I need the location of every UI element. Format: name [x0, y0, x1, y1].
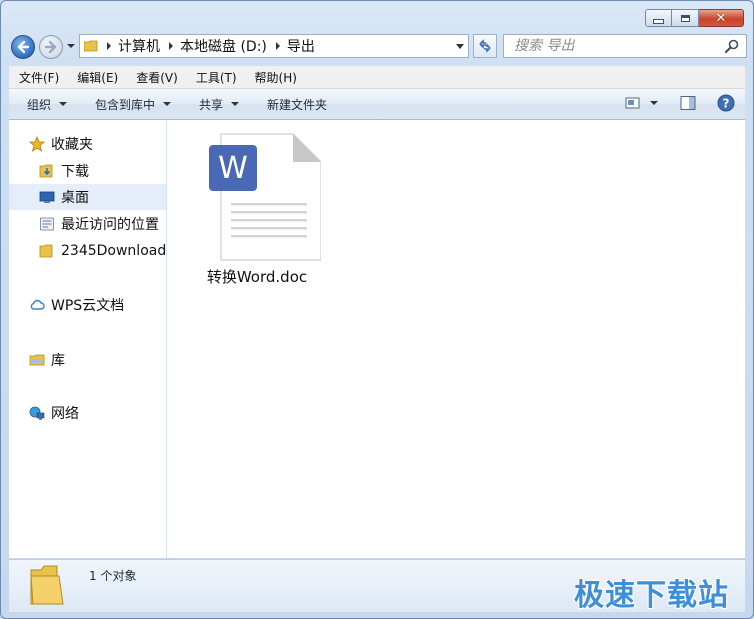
folder-icon: [39, 243, 55, 259]
new-folder-button[interactable]: 新建文件夹: [249, 96, 337, 113]
breadcrumb-separator-icon[interactable]: [169, 42, 173, 50]
search-input[interactable]: [512, 37, 724, 55]
downloads-folder-icon: [39, 163, 55, 179]
share-label: 共享: [199, 97, 224, 112]
svg-text:?: ?: [723, 97, 730, 111]
sidebar-item-label: 最近访问的位置: [61, 217, 159, 233]
menu-bar: 文件(F) 编辑(E) 查看(V) 工具(T) 帮助(H): [9, 66, 745, 89]
menu-tools[interactable]: 工具(T): [186, 69, 245, 86]
search-box[interactable]: [503, 34, 747, 58]
file-list-view[interactable]: W 转换Word.doc: [167, 120, 745, 558]
chevron-down-icon: [59, 102, 68, 106]
close-button[interactable]: ✕: [699, 9, 744, 27]
address-dropdown-icon[interactable]: [456, 44, 464, 49]
sidebar-item-libraries[interactable]: 库: [9, 347, 166, 373]
back-button[interactable]: [11, 35, 35, 59]
library-icon: [29, 352, 45, 368]
wps-word-document-icon: W: [209, 133, 321, 261]
folder-icon: [30, 565, 64, 605]
star-icon: [29, 136, 45, 152]
menu-help[interactable]: 帮助(H): [245, 69, 305, 86]
file-item[interactable]: W 转换Word.doc: [197, 130, 321, 290]
network-icon: [29, 405, 45, 421]
chevron-down-icon: [231, 102, 240, 106]
sidebar-item-label: 2345Downloads: [61, 243, 167, 259]
item-count: 1 个对象: [89, 569, 137, 583]
breadcrumb-export[interactable]: 导出: [287, 36, 315, 56]
navigation-row: 计算机 本地磁盘 (D:) 导出: [9, 33, 747, 61]
recent-places-icon: [39, 216, 55, 232]
maximize-button[interactable]: [672, 9, 699, 27]
desktop-icon: [39, 189, 55, 205]
sidebar-item-network[interactable]: 网络: [9, 400, 166, 426]
address-bar[interactable]: 计算机 本地磁盘 (D:) 导出: [79, 34, 469, 58]
help-icon[interactable]: ?: [717, 94, 735, 112]
sidebar-item-label: 网络: [51, 406, 79, 422]
change-view-icon[interactable]: [625, 96, 641, 110]
menu-view[interactable]: 查看(V): [126, 69, 186, 86]
view-options-dropdown-icon[interactable]: [649, 98, 659, 108]
include-in-library-label: 包含到库中: [95, 97, 156, 112]
sidebar-item-label: 库: [51, 353, 65, 369]
refresh-icon: [479, 39, 491, 53]
explorer-panes: 收藏夹 下载 桌面 最近访问的位置 2345Downloads WPS云文档 库…: [9, 120, 745, 558]
breadcrumb-separator-icon[interactable]: [275, 42, 280, 50]
menu-edit[interactable]: 编辑(E): [67, 69, 126, 86]
breadcrumb-computer[interactable]: 计算机: [118, 36, 160, 56]
maximize-icon: [680, 14, 690, 22]
minimize-button[interactable]: [645, 9, 672, 27]
cloud-icon: [29, 297, 45, 313]
navigation-pane[interactable]: 收藏夹 下载 桌面 最近访问的位置 2345Downloads WPS云文档 库…: [9, 120, 167, 558]
organize-button[interactable]: 组织: [9, 96, 77, 113]
close-icon: ✕: [715, 10, 727, 26]
sidebar-item-desktop[interactable]: 桌面: [9, 184, 166, 210]
sidebar-item-label: 桌面: [61, 190, 89, 206]
breadcrumb-separator-icon[interactable]: [107, 42, 111, 50]
search-icon[interactable]: [724, 38, 740, 54]
recent-pages-dropdown-icon[interactable]: [66, 41, 76, 51]
menu-file[interactable]: 文件(F): [9, 69, 67, 86]
explorer-window: ✕ 计算机 本地磁盘 (D:) 导出 搜索 导出 文件(F) 编辑(E) 查看(…: [0, 0, 754, 619]
doc-badge-letter: W: [218, 151, 248, 186]
sidebar-item-wps-cloud[interactable]: WPS云文档: [9, 292, 166, 318]
refresh-button[interactable]: [473, 34, 497, 58]
sidebar-item-favorites[interactable]: 收藏夹: [9, 131, 166, 157]
preview-pane-icon[interactable]: [679, 95, 697, 111]
details-pane: 1 个对象 极速下载站: [9, 559, 745, 613]
sidebar-item-label: 收藏夹: [51, 137, 93, 153]
forward-button[interactable]: [39, 35, 63, 59]
minimize-icon: [653, 18, 664, 24]
new-folder-label: 新建文件夹: [267, 97, 328, 112]
arrow-left-icon: [17, 40, 30, 54]
view-controls: ?: [625, 94, 735, 112]
breadcrumb-local-disk[interactable]: 本地磁盘 (D:): [180, 36, 267, 56]
sidebar-item-label: WPS云文档: [51, 298, 125, 314]
sidebar-item-downloads[interactable]: 下载: [9, 158, 166, 184]
sidebar-item-2345downloads[interactable]: 2345Downloads: [9, 238, 167, 264]
file-name: 转换Word.doc: [206, 268, 308, 286]
chevron-down-icon: [163, 102, 172, 106]
sidebar-item-label: 下载: [61, 164, 89, 180]
folder-icon: [84, 40, 98, 52]
organize-label: 组织: [27, 97, 52, 112]
window-caption-buttons: ✕: [645, 9, 744, 27]
arrow-right-icon: [44, 40, 57, 54]
command-bar: 组织 包含到库中 共享 新建文件夹 ?: [9, 89, 745, 120]
watermark: 极速下载站: [574, 578, 729, 613]
share-button[interactable]: 共享: [181, 96, 249, 113]
include-in-library-button[interactable]: 包含到库中: [77, 96, 181, 113]
sidebar-item-recent-places[interactable]: 最近访问的位置: [9, 211, 166, 237]
